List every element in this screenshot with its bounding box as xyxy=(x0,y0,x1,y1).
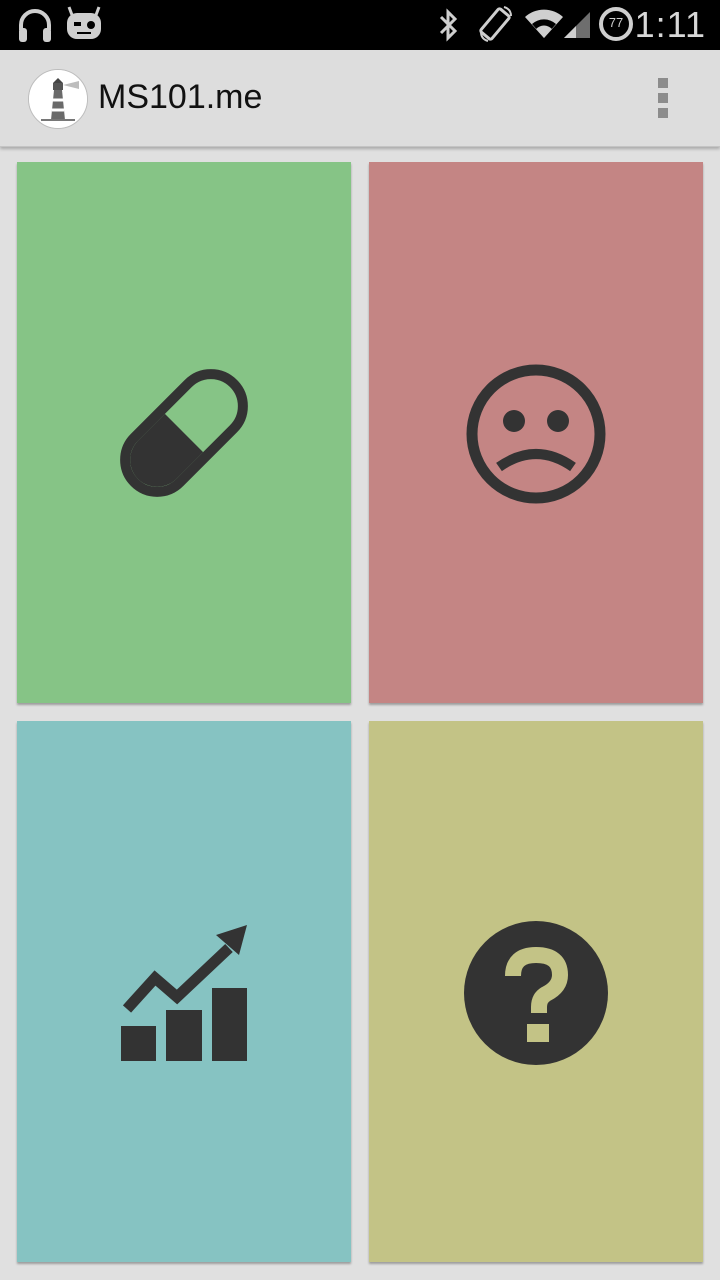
action-bar: MS101.me xyxy=(0,50,720,147)
app-title: MS101.me xyxy=(98,78,263,116)
tile-progress[interactable] xyxy=(17,721,351,1262)
chart-growth-icon xyxy=(121,925,247,1061)
wifi-icon xyxy=(525,9,563,38)
cell-signal-icon xyxy=(564,12,590,38)
cyanogen-bot-icon xyxy=(67,6,101,39)
sad-face-icon xyxy=(466,364,606,504)
tile-help[interactable] xyxy=(369,721,703,1262)
status-bar: 77 1:11 xyxy=(0,0,720,50)
lighthouse-icon[interactable] xyxy=(28,69,88,129)
overflow-menu-icon[interactable] xyxy=(644,74,684,122)
screen-rotate-icon xyxy=(479,6,512,42)
bluetooth-icon xyxy=(439,8,458,42)
headphones-icon xyxy=(19,9,51,42)
tile-medications[interactable] xyxy=(17,162,351,703)
pill-icon xyxy=(120,369,248,497)
clock: 1:11 xyxy=(634,4,706,45)
tile-symptoms[interactable] xyxy=(369,162,703,703)
battery-level: 77 xyxy=(608,15,624,30)
question-mark-icon xyxy=(464,921,608,1065)
battery-icon: 77 xyxy=(598,6,634,42)
